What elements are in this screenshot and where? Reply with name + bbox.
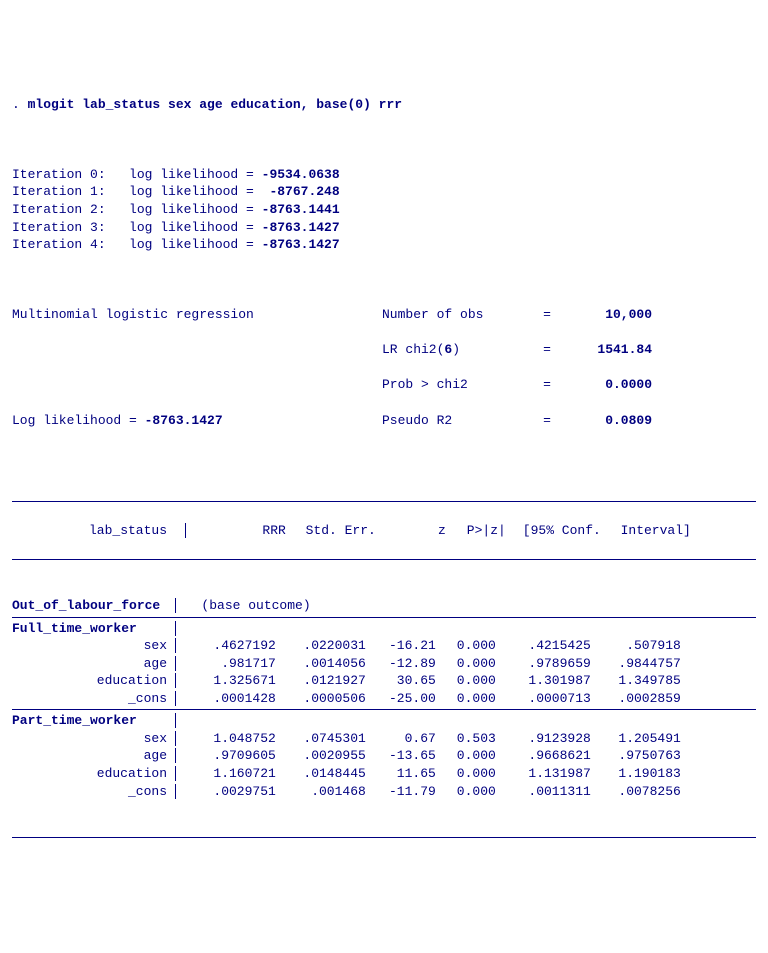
command-line: . mlogit lab_status sex age education, b… (12, 96, 756, 114)
iteration-line: Iteration 1: log likelihood = -8767.248 (12, 183, 756, 201)
group-rule (12, 617, 756, 618)
blank (12, 447, 756, 465)
table-row: education 1.160721.014844511.650.0001.13… (12, 765, 756, 783)
group-header: Full_time_worker (12, 620, 756, 638)
stata-output: . mlogit lab_status sex age education, b… (12, 78, 756, 858)
header-row: LR chi2(6)=1541.84 (12, 341, 756, 359)
table-rule (12, 559, 756, 560)
table-row: sex .4627192.0220031-16.210.000.4215425.… (12, 637, 756, 655)
lr-chi2-close: ) (452, 342, 460, 357)
lr-chi2-label: LR chi2( (382, 342, 444, 357)
group-rule (12, 709, 756, 710)
table-row: education 1.325671.012192730.650.0001.30… (12, 672, 756, 690)
blank (12, 131, 756, 149)
table-top-rule (12, 501, 756, 502)
table-bottom-rule (12, 837, 756, 838)
iteration-line: Iteration 0: log likelihood = -9534.0638 (12, 166, 756, 184)
iteration-line: Iteration 3: log likelihood = -8763.1427 (12, 219, 756, 237)
iteration-line: Iteration 4: log likelihood = -8763.1427 (12, 236, 756, 254)
table-row: sex 1.048752.07453010.670.503.91239281.2… (12, 730, 756, 748)
group-header: Part_time_worker (12, 712, 756, 730)
blank (12, 271, 756, 289)
table-row: age .9709605.0020955-13.650.000.9668621.… (12, 747, 756, 765)
table-row: _cons .0001428.0000506-25.000.000.000071… (12, 690, 756, 708)
header-row: Prob > chi2=0.0000 (12, 376, 756, 394)
header-row: Log likelihood = -8763.1427Pseudo R2=0.0… (12, 412, 756, 430)
table-row: age .981717.0014056-12.890.000.9789659.9… (12, 655, 756, 673)
table-row: _cons .0029751.001468-11.790.000.0011311… (12, 783, 756, 801)
iteration-block: Iteration 0: log likelihood = -9534.0638… (12, 166, 756, 254)
iteration-line: Iteration 2: log likelihood = -8763.1441 (12, 201, 756, 219)
header-row: Multinomial logistic regressionNumber of… (12, 306, 756, 324)
group-header: Out_of_labour_force (base outcome) (12, 597, 756, 615)
table-header: lab_status RRRStd. Err.zP>|z|[95% Conf.I… (12, 522, 756, 540)
table-body: Out_of_labour_force (base outcome) Full_t… (12, 597, 756, 800)
